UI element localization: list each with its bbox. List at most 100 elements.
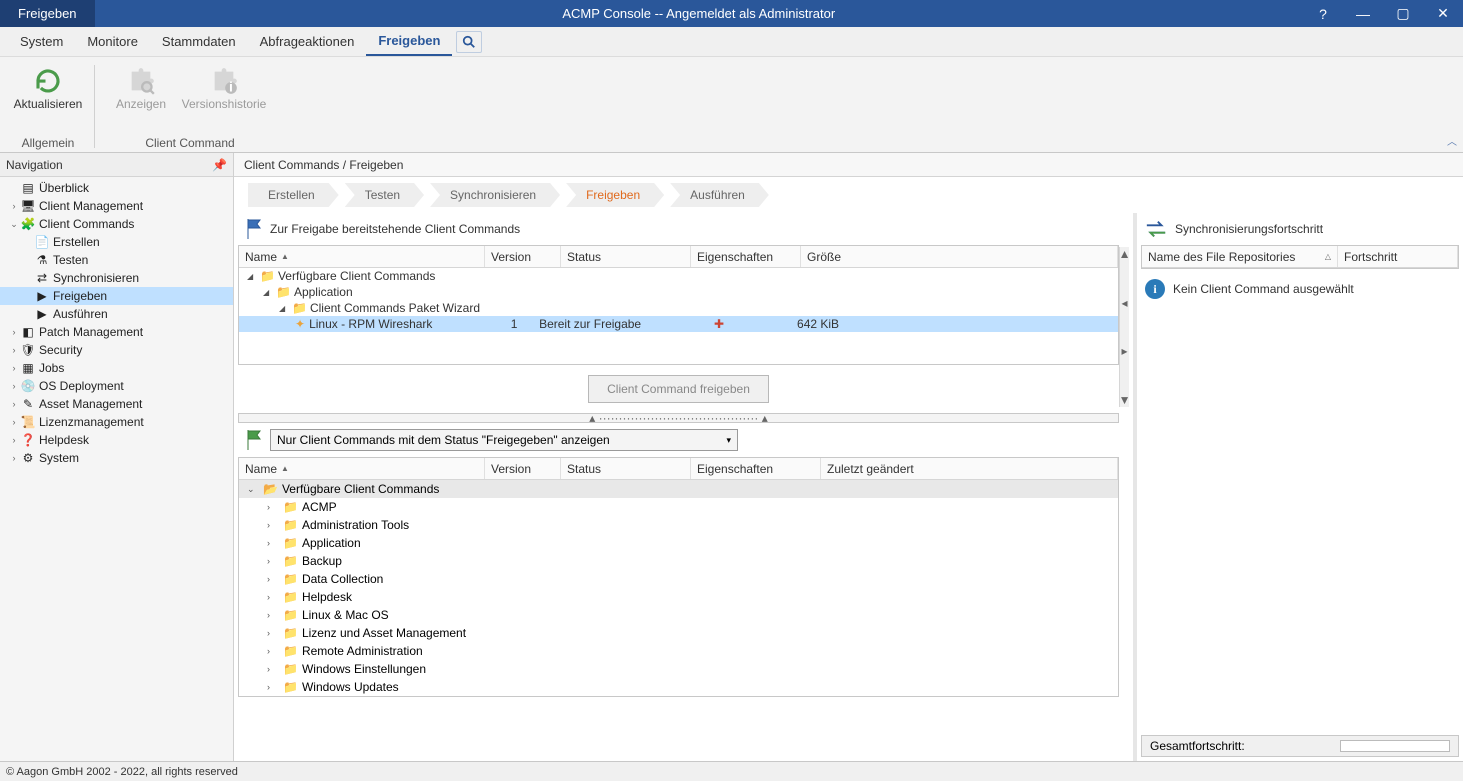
ribbon-group-clientcommand: Client Command — [145, 136, 234, 152]
sort-asc-icon: ▲ — [281, 464, 289, 473]
nav-item-client-management[interactable]: ›🖥Client Management — [0, 197, 233, 215]
lower-folder-remote-administration[interactable]: ›📁Remote Administration — [239, 642, 1118, 660]
folder-icon: 📁 — [283, 626, 298, 640]
flag-green-icon: ▶ — [34, 306, 50, 322]
lower-folder-acmp[interactable]: ›📁ACMP — [239, 498, 1118, 516]
folder-icon: 📁 — [283, 518, 298, 532]
tree-row-l1[interactable]: ◢📁Application — [239, 284, 1118, 300]
nav-item-client-commands[interactable]: ⌄🧩Client Commands — [0, 215, 233, 233]
col2-zuletzt[interactable]: Zuletzt geändert — [821, 458, 1118, 479]
nav-item-überblick[interactable]: ▤Überblick — [0, 179, 233, 197]
folder-icon: 📁 — [283, 536, 298, 550]
menu-monitore[interactable]: Monitore — [75, 27, 150, 56]
col-status[interactable]: Status — [561, 246, 691, 267]
maximize-icon[interactable]: ▢ — [1383, 0, 1423, 27]
nav-item-freigeben[interactable]: ▶Freigeben — [0, 287, 233, 305]
vertical-scrollbar[interactable]: ▲◂▸▼ — [1119, 247, 1129, 407]
wizard-step-erstellen[interactable]: Erstellen — [248, 183, 339, 207]
lower-grid[interactable]: Name▲ Version Status Eigenschaften Zulet… — [238, 457, 1119, 697]
filter-dropdown[interactable]: Nur Client Commands mit dem Status "Frei… — [270, 429, 738, 451]
flask-icon: ⚗ — [34, 252, 50, 268]
nav-item-erstellen[interactable]: 📄Erstellen — [0, 233, 233, 251]
folder-icon: 📁 — [283, 554, 298, 568]
col2-eigenschaften[interactable]: Eigenschaften — [691, 458, 821, 479]
svg-text:i: i — [229, 79, 233, 95]
nav-item-lizenzmanagement[interactable]: ›📜Lizenzmanagement — [0, 413, 233, 431]
navigation-header: Navigation 📌 — [0, 153, 233, 177]
folder-icon: 📁 — [276, 285, 291, 299]
refresh-button[interactable]: Aktualisieren — [18, 61, 78, 111]
chevron-down-icon: ▾ — [726, 435, 731, 446]
upper-grid[interactable]: Name▲ Version Status Eigenschaften Größe… — [238, 245, 1119, 365]
lower-folder-data-collection[interactable]: ›📁Data Collection — [239, 570, 1118, 588]
release-command-button[interactable]: Client Command freigeben — [588, 375, 769, 403]
col-version[interactable]: Version — [485, 246, 561, 267]
folder-icon: 📁 — [283, 608, 298, 622]
history-label: Versionshistorie — [182, 97, 267, 111]
nav-item-system[interactable]: ›⚙System — [0, 449, 233, 467]
col-groesse[interactable]: Größe — [801, 246, 1118, 267]
nav-item-ausführen[interactable]: ▶Ausführen — [0, 305, 233, 323]
refresh-icon — [32, 65, 64, 97]
sync-message-text: Kein Client Command ausgewählt — [1173, 282, 1354, 296]
navigation-tree[interactable]: ▤Überblick›🖥Client Management⌄🧩Client Co… — [0, 177, 233, 761]
progress-footer-label: Gesamtfortschritt: — [1150, 739, 1245, 753]
wizard-step-ausfuehren[interactable]: Ausführen — [670, 183, 769, 207]
doc-icon: 📄 — [34, 234, 50, 250]
col2-status[interactable]: Status — [561, 458, 691, 479]
wizard-step-synchronisieren[interactable]: Synchronisieren — [430, 183, 560, 207]
close-icon[interactable]: ✕ — [1423, 0, 1463, 27]
item-version: 1 — [489, 317, 539, 331]
lower-folder-lizenz-und-asset-management[interactable]: ›📁Lizenz und Asset Management — [239, 624, 1118, 642]
menu-freigeben[interactable]: Freigeben — [366, 27, 452, 56]
clientmgmt-icon: 🖥 — [20, 198, 36, 214]
wizard-step-testen[interactable]: Testen — [345, 183, 424, 207]
flag-green-icon — [246, 430, 262, 450]
lower-folder-backup[interactable]: ›📁Backup — [239, 552, 1118, 570]
wizard-step-freigeben[interactable]: Freigeben — [566, 183, 664, 207]
lower-root-row[interactable]: ⌄📂Verfügbare Client Commands — [239, 480, 1118, 498]
tree-row-l2[interactable]: ◢📁Client Commands Paket Wizard — [239, 300, 1118, 316]
nav-item-asset-management[interactable]: ›✎Asset Management — [0, 395, 233, 413]
sync-header: Synchronisierungsfortschritt — [1137, 213, 1463, 245]
ribbon-collapse-icon[interactable]: ︿ — [1447, 133, 1457, 148]
search-button[interactable] — [456, 31, 482, 53]
lower-folder-administration-tools[interactable]: ›📁Administration Tools — [239, 516, 1118, 534]
progress-bar — [1340, 740, 1450, 752]
pin-icon[interactable]: 📌 — [212, 158, 227, 172]
nav-item-helpdesk[interactable]: ›❓Helpdesk — [0, 431, 233, 449]
nav-item-security[interactable]: ›🛡Security — [0, 341, 233, 359]
lower-folder-helpdesk[interactable]: ›📁Helpdesk — [239, 588, 1118, 606]
lower-folder-linux-mac-os[interactable]: ›📁Linux & Mac OS — [239, 606, 1118, 624]
tree-row-item[interactable]: ✦ Linux - RPM Wireshark 1 Bereit zur Fre… — [239, 316, 1118, 332]
sync-col-progress[interactable]: Fortschritt — [1338, 246, 1458, 267]
item-name: Linux - RPM Wireshark — [309, 317, 489, 331]
nav-item-os-deployment[interactable]: ›💿OS Deployment — [0, 377, 233, 395]
navigation-panel: Navigation 📌 ▤Überblick›🖥Client Manageme… — [0, 153, 234, 761]
history-button: i Versionshistorie — [179, 61, 269, 111]
item-status: Bereit zur Freigabe — [539, 317, 689, 331]
folder-icon: 📁 — [292, 301, 307, 315]
lower-folder-windows-updates[interactable]: ›📁Windows Updates — [239, 678, 1118, 696]
splitter[interactable]: ▴ ······································… — [238, 413, 1119, 423]
lower-folder-windows-einstellungen[interactable]: ›📁Windows Einstellungen — [239, 660, 1118, 678]
menu-stammdaten[interactable]: Stammdaten — [150, 27, 248, 56]
menu-system[interactable]: System — [8, 27, 75, 56]
tree-row-root[interactable]: ◢📁Verfügbare Client Commands — [239, 268, 1118, 284]
col-eigenschaften[interactable]: Eigenschaften — [691, 246, 801, 267]
help-icon[interactable]: ? — [1303, 0, 1343, 27]
minimize-icon[interactable]: — — [1343, 0, 1383, 27]
nav-item-synchronisieren[interactable]: ⇄Synchronisieren — [0, 269, 233, 287]
lower-folder-application[interactable]: ›📁Application — [239, 534, 1118, 552]
col-name[interactable]: Name▲ — [239, 246, 485, 267]
folder-icon: 📁 — [283, 590, 298, 604]
nav-item-patch-management[interactable]: ›◧Patch Management — [0, 323, 233, 341]
menu-abfrageaktionen[interactable]: Abfrageaktionen — [248, 27, 367, 56]
sync-col-name[interactable]: Name des File Repositories△ — [1142, 246, 1338, 267]
nav-item-testen[interactable]: ⚗Testen — [0, 251, 233, 269]
help-icon: ❓ — [20, 432, 36, 448]
sort-asc-icon: ▲ — [281, 252, 289, 261]
col2-name[interactable]: Name▲ — [239, 458, 485, 479]
col2-version[interactable]: Version — [485, 458, 561, 479]
nav-item-jobs[interactable]: ›▦Jobs — [0, 359, 233, 377]
